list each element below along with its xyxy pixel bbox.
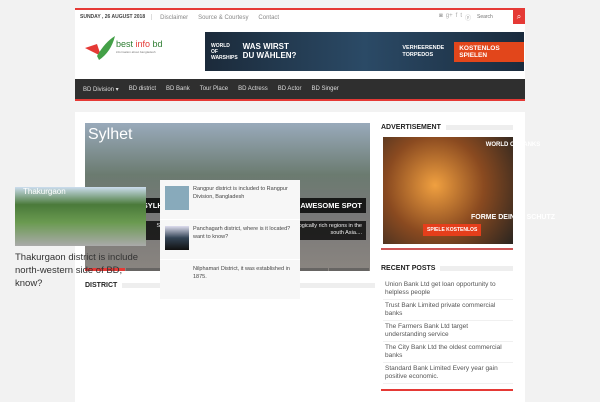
logo-text-a: best: [116, 39, 136, 49]
disclaimer-link[interactable]: Disclaimer: [160, 15, 188, 21]
search-icon: ⌕: [516, 12, 522, 21]
nav-bd-division[interactable]: BD Division ▾: [83, 86, 119, 93]
logo-mark-icon: [85, 36, 115, 60]
logo-text-b: info: [135, 39, 151, 49]
ad-subline: VERHEERENDE TORPEDOS: [402, 45, 445, 58]
ad-brand: WORLD OF WARSHIPS: [211, 42, 238, 61]
post-thumbnail[interactable]: [165, 226, 189, 250]
nav-bd-bank[interactable]: BD Bank: [166, 86, 190, 92]
ad-headline: FORME DEINEN SCHUTZ: [471, 214, 555, 221]
rss-icon[interactable]: ◙: [439, 13, 443, 22]
pinterest-icon[interactable]: ⓟ: [465, 13, 471, 22]
contact-link[interactable]: Contact: [258, 15, 279, 21]
site-logo[interactable]: best info bd information about banglades…: [83, 34, 173, 62]
google-plus-icon[interactable]: g+: [446, 13, 453, 22]
site-header: best info bd information about banglades…: [75, 24, 525, 79]
list-item[interactable]: Panchagarh district, where is it located…: [160, 220, 300, 260]
nav-bd-district[interactable]: BD district: [129, 86, 156, 92]
thumbnail-label: Thakurgaon: [23, 187, 66, 196]
main-nav: BD Division ▾ BD district BD Bank Tour P…: [75, 79, 525, 101]
featured-district-post[interactable]: Thakurgaon Thakurgaon district is includ…: [15, 187, 146, 290]
ad-brand: WORLD OF TANKS: [485, 142, 541, 148]
recent-post-link[interactable]: The Farmers Bank Ltd target understandin…: [383, 321, 513, 342]
recent-post-link[interactable]: Union Bank Ltd get loan opportunity to h…: [383, 279, 513, 300]
featured-thumbnail[interactable]: Thakurgaon: [15, 187, 146, 246]
recent-post-link[interactable]: Standard Bank Limited Every year gain po…: [383, 363, 513, 384]
sidebar: ADVERTISEMENT WORLD OF TANKS FORME DEINE…: [375, 112, 555, 402]
recent-post-link[interactable]: Trust Bank Limited private commercial ba…: [383, 300, 513, 321]
divider: [381, 248, 513, 250]
nav-bd-actress[interactable]: BD Actress: [238, 86, 268, 92]
ad-cta-button[interactable]: SPIELE KOSTENLOS: [423, 224, 482, 236]
featured-post-title[interactable]: Thakurgaon district is include north-wes…: [15, 252, 146, 290]
top-bar: SUNDAY , 26 AUGUST 2018 Disclaimer Sourc…: [75, 8, 525, 24]
search-button[interactable]: ⌕: [513, 10, 525, 24]
section-title: RECENT POSTS: [381, 265, 436, 272]
slide-city-label: Sylhet: [88, 126, 133, 143]
divider: [381, 389, 513, 391]
post-title[interactable]: Rangpur district is included to Rangpur …: [193, 186, 295, 213]
header-advertisement[interactable]: WORLD OF WARSHIPS WAS WIRST DU WÄHLEN? V…: [205, 32, 524, 71]
district-post-list: Rangpur district is included to Rangpur …: [160, 180, 300, 300]
post-thumbnail[interactable]: [165, 266, 189, 290]
advertisement-heading: ADVERTISEMENT: [381, 124, 513, 131]
current-date: SUNDAY , 26 AUGUST 2018: [80, 14, 153, 20]
nav-tour-place[interactable]: Tour Place: [200, 86, 228, 92]
source-courtesy-link[interactable]: Source & Courtesy: [198, 15, 248, 21]
post-title[interactable]: Panchagarh district, where is it located…: [193, 226, 295, 253]
twitter-icon[interactable]: t: [460, 13, 462, 22]
ad-headline: WAS WIRST DU WÄHLEN?: [242, 41, 297, 60]
section-title: ADVERTISEMENT: [381, 124, 441, 131]
nav-bd-actor[interactable]: BD Actor: [278, 86, 302, 92]
post-thumbnail[interactable]: [165, 186, 189, 210]
ad-cta-button[interactable]: KOSTENLOS SPIELEN: [454, 41, 524, 62]
recent-posts-heading: RECENT POSTS: [381, 265, 513, 272]
nav-bd-singer[interactable]: BD Singer: [311, 86, 338, 92]
list-item[interactable]: Nilphamari District, it was established …: [160, 260, 300, 300]
list-item[interactable]: Rangpur district is included to Rangpur …: [160, 180, 300, 220]
post-title[interactable]: Nilphamari District, it was established …: [193, 266, 295, 293]
slide-dot[interactable]: [329, 268, 370, 271]
recent-posts-list: Union Bank Ltd get loan opportunity to h…: [383, 279, 513, 384]
logo-text-c: bd: [150, 39, 163, 49]
facebook-icon[interactable]: f: [456, 13, 458, 22]
search-input[interactable]: [477, 11, 513, 23]
logo-tagline: information about bangladesh: [116, 50, 156, 54]
recent-post-link[interactable]: The City Bank Ltd the oldest commercial …: [383, 342, 513, 363]
sidebar-advertisement[interactable]: WORLD OF TANKS FORME DEINEN SCHUTZ SPIEL…: [383, 137, 555, 244]
